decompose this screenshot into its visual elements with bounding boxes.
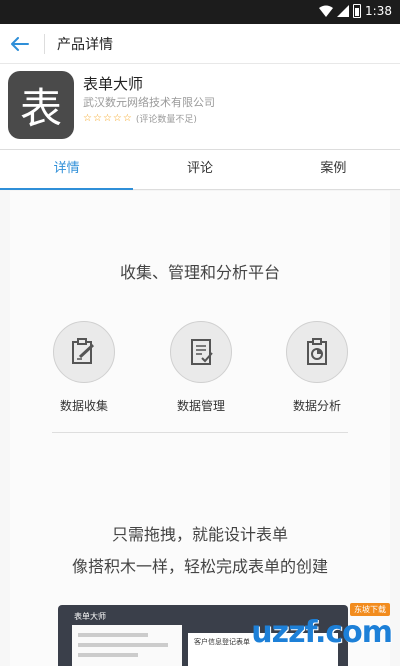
preview-title: 表单大师 — [74, 612, 106, 621]
star-icon: ☆ — [83, 112, 92, 124]
section-divider — [52, 432, 348, 433]
app-bar-divider — [44, 33, 45, 54]
watermark-badge: 东坡下载 — [350, 603, 390, 616]
site-watermark: uzzf.com 东坡下载 — [251, 603, 393, 650]
star-icon: ☆ — [92, 112, 102, 124]
feature-circle — [53, 321, 115, 383]
wifi-icon — [319, 5, 334, 17]
feature-label: 数据分析 — [292, 399, 341, 413]
signal-icon — [337, 5, 350, 17]
preview-panel-title: 客户信息登记表单 — [194, 638, 250, 646]
app-company: 武汉数元网络技术有限公司 — [83, 96, 215, 109]
tagline-2: 像搭积木一样，轻松完成表单的创建 — [71, 557, 328, 576]
feature-data-collection: 数据收集 — [44, 321, 124, 414]
feature-data-management: 数据管理 — [161, 321, 241, 414]
app-logo: 表 — [8, 71, 74, 139]
star-icon: ☆ — [122, 112, 132, 124]
watermark-text: uzzf.com — [251, 615, 393, 650]
tab-details[interactable]: 详情 — [0, 150, 134, 190]
document-check-icon — [191, 339, 213, 365]
app-header: 表 表单大师 武汉数元网络技术有限公司 ☆ ☆ ☆ ☆ ☆ (评论数量不足) — [0, 64, 400, 150]
rating: ☆ ☆ ☆ ☆ ☆ (评论数量不足) — [83, 112, 197, 125]
status-bar: 1:38 — [0, 0, 400, 24]
star-icon: ☆ — [112, 112, 122, 124]
app-name: 表单大师 — [83, 75, 144, 93]
clipboard-chart-icon — [307, 338, 327, 365]
preview-form-panel — [72, 625, 182, 666]
tab-bar: 详情 评论 案例 — [0, 150, 400, 190]
page-title: 产品详情 — [57, 36, 113, 53]
feature-circle — [286, 321, 348, 383]
section-headline: 收集、管理和分析平台 — [119, 263, 280, 282]
tagline-1: 只需拖拽，就能设计表单 — [111, 525, 288, 544]
feature-label: 数据收集 — [59, 399, 108, 413]
feature-data-analysis: 数据分析 — [277, 321, 357, 414]
rating-text: (评论数量不足) — [135, 115, 197, 125]
status-time: 1:38 — [365, 4, 392, 18]
feature-label: 数据管理 — [176, 399, 225, 413]
back-button[interactable] — [2, 24, 38, 64]
tab-cases[interactable]: 案例 — [267, 150, 400, 189]
battery-icon — [353, 4, 362, 18]
arrow-left-icon — [11, 36, 29, 51]
detail-content[interactable]: 收集、管理和分析平台 数据收集 数据管理 数据分析 只需拖拽，就能设计表单 像搭… — [0, 191, 400, 666]
star-icon: ☆ — [102, 112, 112, 124]
feature-circle — [170, 321, 232, 383]
app-bar: 产品详情 — [0, 24, 400, 64]
form-edit-icon — [72, 338, 95, 364]
tab-comments[interactable]: 评论 — [133, 150, 266, 189]
